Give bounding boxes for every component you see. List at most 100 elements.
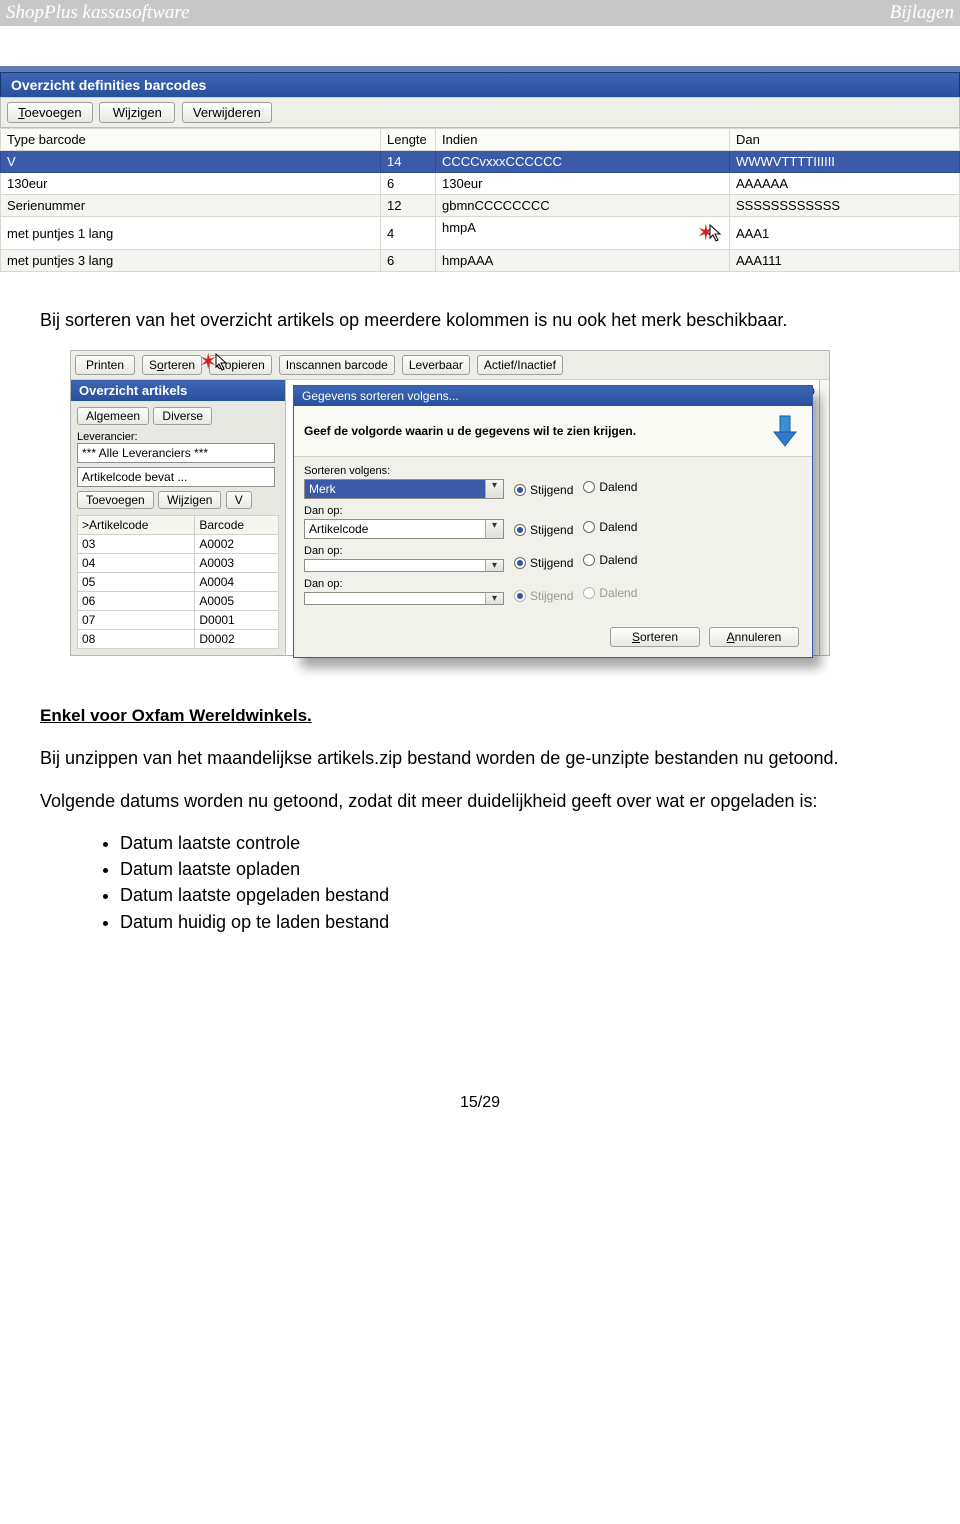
table-row[interactable]: 06A0005: [78, 592, 279, 611]
sort-field-combo[interactable]: ▾: [304, 559, 504, 572]
actief/inactief-button[interactable]: Actief/Inactief: [477, 355, 563, 375]
leverancier-field[interactable]: *** Alle Leveranciers ***: [77, 443, 275, 463]
col-type[interactable]: Type barcode: [1, 129, 381, 151]
col-dan[interactable]: Dan: [730, 129, 960, 151]
mini-col-artikelcode[interactable]: >Artikelcode: [78, 516, 195, 535]
sort-field-combo[interactable]: Artikelcode▾: [304, 519, 504, 539]
btn-label: oevoegen: [25, 105, 82, 120]
cell: 03: [78, 535, 195, 554]
sorteren-button[interactable]: Sorteren: [610, 627, 700, 647]
radio-stijgend[interactable]: Stijgend: [514, 523, 573, 537]
toolbar: Toevoegen Wijzigen Verwijderen: [0, 97, 960, 128]
radio-dot-icon: [583, 481, 595, 493]
sort-figure: PrintenSorterenCopierenInscannen barcode…: [70, 350, 830, 656]
sort-dialog-header: Geef de volgorde waarin u de gegevens wi…: [294, 406, 812, 457]
col-indien[interactable]: Indien: [436, 129, 730, 151]
radio-label: Dalend: [599, 520, 637, 534]
sort-dialog-heading: Geef de volgorde waarin u de gegevens wi…: [304, 424, 758, 438]
header-product: ShopPlus kassasoftware: [6, 2, 890, 24]
table-row[interactable]: 04A0003: [78, 554, 279, 573]
cell: AAA1: [730, 217, 960, 250]
cell: 130eur: [436, 173, 730, 195]
sort-row: Sorteren volgens:Merk▾StijgendDalend: [304, 465, 802, 499]
right-edge: [819, 380, 829, 655]
table-row[interactable]: 05A0004: [78, 573, 279, 592]
cell: A0005: [195, 592, 279, 611]
cell: CCCCvxxxCCCCCC: [436, 151, 730, 173]
cell: SSSSSSSSSSSS: [730, 195, 960, 217]
list-item: Datum laatste opladen: [120, 857, 920, 881]
cell: A0004: [195, 573, 279, 592]
radio-dalend: Dalend: [583, 586, 637, 600]
radio-dalend[interactable]: Dalend: [583, 480, 637, 494]
radio-stijgend[interactable]: Stijgend: [514, 483, 573, 497]
cell: 6: [381, 250, 436, 272]
more-small-button[interactable]: V: [226, 491, 252, 509]
sorteren-button[interactable]: Sorteren: [142, 355, 202, 375]
click-marker: ✶: [199, 349, 229, 375]
tab-algemeen[interactable]: Algemeen: [77, 407, 149, 425]
cell: AAA111: [730, 250, 960, 272]
radio-label: Dalend: [599, 553, 637, 567]
inscannen-barcode-button[interactable]: Inscannen barcode: [279, 355, 395, 375]
table-row[interactable]: 03A0002: [78, 535, 279, 554]
list-item: Datum huidig op te laden bestand: [120, 910, 920, 934]
cell: hmpA✶: [436, 217, 730, 250]
paragraph-sort-info: Bij sorteren van het overzicht artikels …: [40, 308, 920, 332]
toevoegen-small-button[interactable]: Toevoegen: [77, 491, 154, 509]
table-row[interactable]: 130eur6130eurAAAAAA: [1, 173, 960, 195]
radio-dalend[interactable]: Dalend: [583, 520, 637, 534]
table-row[interactable]: 07D0001: [78, 611, 279, 630]
table-row[interactable]: Serienummer12gbmnCCCCCCCCSSSSSSSSSSSS: [1, 195, 960, 217]
table-row[interactable]: met puntjes 1 lang4hmpA✶AAA1: [1, 217, 960, 250]
mini-table: >Artikelcode Barcode 03A000204A000305A00…: [77, 515, 279, 649]
table-row[interactable]: met puntjes 3 lang6hmpAAAAAA111: [1, 250, 960, 272]
annuleren-button[interactable]: Annuleren: [709, 627, 799, 647]
sort-row: Dan op: ▾ Stijgend Dalend: [304, 545, 802, 572]
combo-value: [305, 560, 485, 571]
list-item: Datum laatste controle: [120, 831, 920, 855]
radio-dalend[interactable]: Dalend: [583, 553, 637, 567]
page-header: ShopPlus kassasoftware Bijlagen: [0, 0, 960, 26]
cell: D0002: [195, 630, 279, 649]
toevoegen-button[interactable]: Toevoegen: [7, 102, 93, 123]
cell: gbmnCCCCCCCC: [436, 195, 730, 217]
printen-button[interactable]: Printen: [75, 355, 135, 375]
radio-label: Stijgend: [530, 589, 573, 603]
tab-label: lgemeen: [94, 409, 140, 423]
cell: WWWVTTTTIIIIII: [730, 151, 960, 173]
chevron-down-icon[interactable]: ▾: [485, 520, 503, 538]
sort-field-combo: ▾: [304, 592, 504, 605]
radio-dot-icon: [514, 524, 526, 536]
artikelcode-filter[interactable]: Artikelcode bevat ...: [77, 467, 275, 487]
radio-dot-icon: [514, 484, 526, 496]
cell: Serienummer: [1, 195, 381, 217]
cell: 4: [381, 217, 436, 250]
sort-field-combo[interactable]: Merk▾: [304, 479, 504, 499]
chevron-down-icon: ▾: [485, 593, 503, 604]
cell: 07: [78, 611, 195, 630]
mini-col-barcode[interactable]: Barcode: [195, 516, 279, 535]
sort-row: Dan op:Artikelcode▾StijgendDalend: [304, 505, 802, 539]
dates-list: Datum laatste controleDatum laatste opla…: [80, 831, 920, 934]
verwijderen-button[interactable]: Verwijderen: [182, 102, 272, 123]
leverbaar-button[interactable]: Leverbaar: [402, 355, 470, 375]
cell: AAAAAA: [730, 173, 960, 195]
chevron-down-icon[interactable]: ▾: [485, 560, 503, 571]
radio-stijgend[interactable]: Stijgend: [514, 556, 573, 570]
cell: 12: [381, 195, 436, 217]
cell: 6: [381, 173, 436, 195]
table-row[interactable]: V14CCCCvxxxCCCCCCWWWVTTTTIIIIII: [1, 151, 960, 173]
cell: met puntjes 1 lang: [1, 217, 381, 250]
cell: hmpAAA: [436, 250, 730, 272]
table-row[interactable]: 08D0002: [78, 630, 279, 649]
page-number: 15/29: [0, 1094, 960, 1142]
sort-row-label: Dan op:: [304, 545, 504, 557]
wijzigen-button[interactable]: Wijzigen: [99, 102, 175, 123]
wijzigen-small-button[interactable]: Wijzigen: [158, 491, 221, 509]
col-lengte[interactable]: Lengte: [381, 129, 436, 151]
tab-diverse[interactable]: Diverse: [153, 407, 212, 425]
chevron-down-icon[interactable]: ▾: [485, 480, 503, 498]
radio-stijgend: Stijgend: [514, 589, 573, 603]
cursor-icon: [215, 353, 229, 371]
